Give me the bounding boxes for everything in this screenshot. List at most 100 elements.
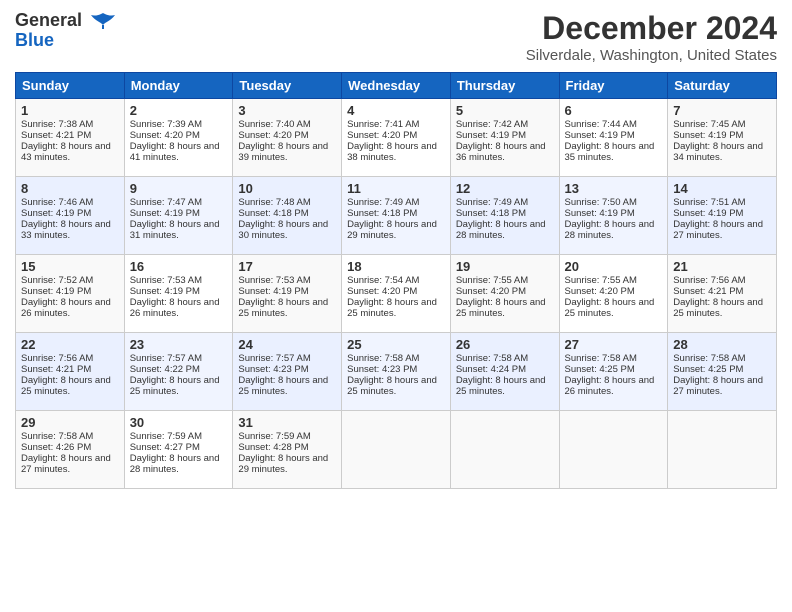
calendar-cell bbox=[450, 411, 559, 489]
sunrise: Sunrise: 7:40 AM bbox=[238, 119, 310, 130]
daylight: Daylight: 8 hours and 31 minutes. bbox=[130, 219, 220, 241]
sunset: Sunset: 4:20 PM bbox=[347, 286, 417, 297]
day-number: 26 bbox=[456, 337, 554, 352]
calendar-cell: 16Sunrise: 7:53 AMSunset: 4:19 PMDayligh… bbox=[124, 255, 233, 333]
daylight: Daylight: 8 hours and 29 minutes. bbox=[238, 453, 328, 475]
calendar-week-row: 8Sunrise: 7:46 AMSunset: 4:19 PMDaylight… bbox=[16, 177, 777, 255]
calendar-cell: 5Sunrise: 7:42 AMSunset: 4:19 PMDaylight… bbox=[450, 99, 559, 177]
daylight: Daylight: 8 hours and 34 minutes. bbox=[673, 141, 763, 163]
sunset: Sunset: 4:23 PM bbox=[347, 364, 417, 375]
calendar-cell: 3Sunrise: 7:40 AMSunset: 4:20 PMDaylight… bbox=[233, 99, 342, 177]
calendar-cell: 1Sunrise: 7:38 AMSunset: 4:21 PMDaylight… bbox=[16, 99, 125, 177]
day-number: 27 bbox=[565, 337, 663, 352]
calendar-cell: 27Sunrise: 7:58 AMSunset: 4:25 PMDayligh… bbox=[559, 333, 668, 411]
day-number: 18 bbox=[347, 259, 445, 274]
daylight: Daylight: 8 hours and 33 minutes. bbox=[21, 219, 111, 241]
calendar-cell bbox=[342, 411, 451, 489]
calendar-header-sunday: Sunday bbox=[16, 73, 125, 99]
day-number: 24 bbox=[238, 337, 336, 352]
calendar-cell: 31Sunrise: 7:59 AMSunset: 4:28 PMDayligh… bbox=[233, 411, 342, 489]
calendar-header-monday: Monday bbox=[124, 73, 233, 99]
day-number: 13 bbox=[565, 181, 663, 196]
day-number: 3 bbox=[238, 103, 336, 118]
sunset: Sunset: 4:19 PM bbox=[456, 130, 526, 141]
sunset: Sunset: 4:27 PM bbox=[130, 442, 200, 453]
calendar-cell: 2Sunrise: 7:39 AMSunset: 4:20 PMDaylight… bbox=[124, 99, 233, 177]
sunset: Sunset: 4:26 PM bbox=[21, 442, 91, 453]
daylight: Daylight: 8 hours and 26 minutes. bbox=[21, 297, 111, 319]
calendar-cell: 25Sunrise: 7:58 AMSunset: 4:23 PMDayligh… bbox=[342, 333, 451, 411]
sunset: Sunset: 4:22 PM bbox=[130, 364, 200, 375]
day-number: 1 bbox=[21, 103, 119, 118]
daylight: Daylight: 8 hours and 39 minutes. bbox=[238, 141, 328, 163]
month-title: December 2024 bbox=[526, 10, 777, 47]
sunrise: Sunrise: 7:45 AM bbox=[673, 119, 745, 130]
sunset: Sunset: 4:19 PM bbox=[21, 208, 91, 219]
sunset: Sunset: 4:25 PM bbox=[673, 364, 743, 375]
calendar-cell: 24Sunrise: 7:57 AMSunset: 4:23 PMDayligh… bbox=[233, 333, 342, 411]
sunset: Sunset: 4:19 PM bbox=[238, 286, 308, 297]
calendar-cell: 7Sunrise: 7:45 AMSunset: 4:19 PMDaylight… bbox=[668, 99, 777, 177]
sunrise: Sunrise: 7:56 AM bbox=[673, 275, 745, 286]
calendar-cell: 6Sunrise: 7:44 AMSunset: 4:19 PMDaylight… bbox=[559, 99, 668, 177]
sunrise: Sunrise: 7:54 AM bbox=[347, 275, 419, 286]
daylight: Daylight: 8 hours and 35 minutes. bbox=[565, 141, 655, 163]
calendar-cell: 30Sunrise: 7:59 AMSunset: 4:27 PMDayligh… bbox=[124, 411, 233, 489]
calendar-cell: 8Sunrise: 7:46 AMSunset: 4:19 PMDaylight… bbox=[16, 177, 125, 255]
sunset: Sunset: 4:23 PM bbox=[238, 364, 308, 375]
sunset: Sunset: 4:21 PM bbox=[673, 286, 743, 297]
day-number: 14 bbox=[673, 181, 771, 196]
daylight: Daylight: 8 hours and 29 minutes. bbox=[347, 219, 437, 241]
daylight: Daylight: 8 hours and 25 minutes. bbox=[673, 297, 763, 319]
calendar-table: SundayMondayTuesdayWednesdayThursdayFrid… bbox=[15, 72, 777, 489]
daylight: Daylight: 8 hours and 25 minutes. bbox=[21, 375, 111, 397]
daylight: Daylight: 8 hours and 25 minutes. bbox=[238, 375, 328, 397]
sunrise: Sunrise: 7:58 AM bbox=[673, 353, 745, 364]
day-number: 16 bbox=[130, 259, 228, 274]
page-container: General Blue December 2024 Silverdale, W… bbox=[0, 0, 792, 494]
calendar-week-row: 22Sunrise: 7:56 AMSunset: 4:21 PMDayligh… bbox=[16, 333, 777, 411]
sunrise: Sunrise: 7:58 AM bbox=[565, 353, 637, 364]
calendar-cell: 13Sunrise: 7:50 AMSunset: 4:19 PMDayligh… bbox=[559, 177, 668, 255]
sunrise: Sunrise: 7:53 AM bbox=[130, 275, 202, 286]
sunrise: Sunrise: 7:58 AM bbox=[347, 353, 419, 364]
sunrise: Sunrise: 7:51 AM bbox=[673, 197, 745, 208]
calendar-cell: 20Sunrise: 7:55 AMSunset: 4:20 PMDayligh… bbox=[559, 255, 668, 333]
calendar-cell: 28Sunrise: 7:58 AMSunset: 4:25 PMDayligh… bbox=[668, 333, 777, 411]
sunrise: Sunrise: 7:52 AM bbox=[21, 275, 93, 286]
sunrise: Sunrise: 7:39 AM bbox=[130, 119, 202, 130]
calendar-header-tuesday: Tuesday bbox=[233, 73, 342, 99]
sunset: Sunset: 4:18 PM bbox=[347, 208, 417, 219]
daylight: Daylight: 8 hours and 25 minutes. bbox=[347, 375, 437, 397]
calendar-cell bbox=[668, 411, 777, 489]
sunset: Sunset: 4:20 PM bbox=[565, 286, 635, 297]
calendar-cell: 12Sunrise: 7:49 AMSunset: 4:18 PMDayligh… bbox=[450, 177, 559, 255]
sunset: Sunset: 4:20 PM bbox=[238, 130, 308, 141]
day-number: 11 bbox=[347, 181, 445, 196]
day-number: 5 bbox=[456, 103, 554, 118]
day-number: 31 bbox=[238, 415, 336, 430]
sunset: Sunset: 4:25 PM bbox=[565, 364, 635, 375]
day-number: 19 bbox=[456, 259, 554, 274]
sunset: Sunset: 4:21 PM bbox=[21, 364, 91, 375]
sunrise: Sunrise: 7:58 AM bbox=[21, 431, 93, 442]
daylight: Daylight: 8 hours and 38 minutes. bbox=[347, 141, 437, 163]
logo-blue: Blue bbox=[15, 30, 117, 51]
sunset: Sunset: 4:20 PM bbox=[130, 130, 200, 141]
day-number: 6 bbox=[565, 103, 663, 118]
calendar-cell: 23Sunrise: 7:57 AMSunset: 4:22 PMDayligh… bbox=[124, 333, 233, 411]
sunrise: Sunrise: 7:50 AM bbox=[565, 197, 637, 208]
logo-bird-icon bbox=[89, 11, 117, 31]
calendar-header-thursday: Thursday bbox=[450, 73, 559, 99]
sunset: Sunset: 4:18 PM bbox=[238, 208, 308, 219]
daylight: Daylight: 8 hours and 28 minutes. bbox=[130, 453, 220, 475]
calendar-cell: 14Sunrise: 7:51 AMSunset: 4:19 PMDayligh… bbox=[668, 177, 777, 255]
daylight: Daylight: 8 hours and 26 minutes. bbox=[565, 375, 655, 397]
daylight: Daylight: 8 hours and 27 minutes. bbox=[673, 219, 763, 241]
calendar-header-friday: Friday bbox=[559, 73, 668, 99]
sunrise: Sunrise: 7:46 AM bbox=[21, 197, 93, 208]
sunset: Sunset: 4:20 PM bbox=[456, 286, 526, 297]
sunset: Sunset: 4:19 PM bbox=[565, 130, 635, 141]
sunrise: Sunrise: 7:59 AM bbox=[238, 431, 310, 442]
calendar-cell: 18Sunrise: 7:54 AMSunset: 4:20 PMDayligh… bbox=[342, 255, 451, 333]
